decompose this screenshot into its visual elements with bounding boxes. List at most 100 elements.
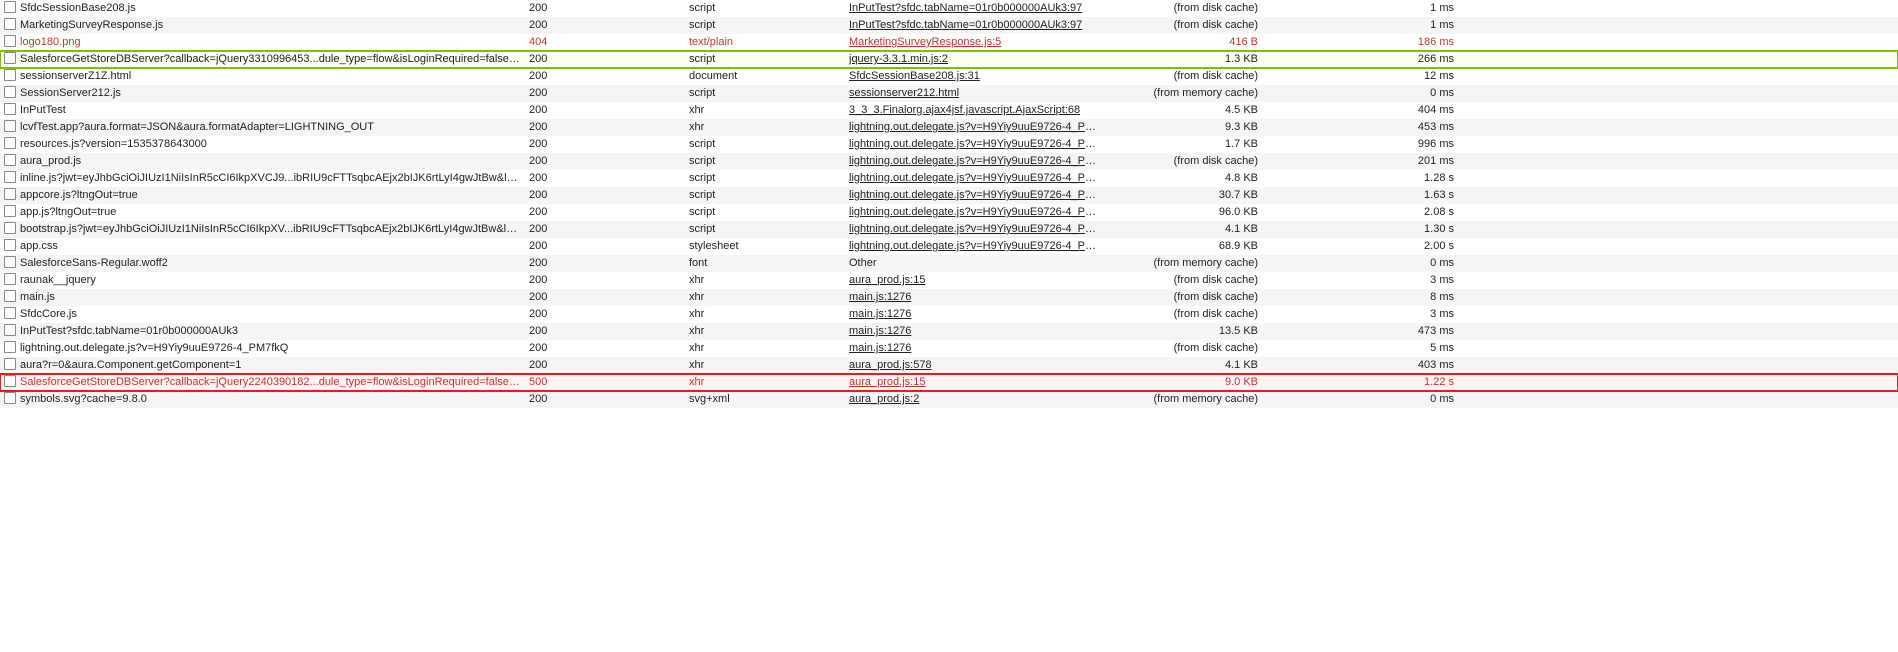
initiator-link[interactable]: aura_prod.js:15 (849, 376, 925, 388)
initiator-cell[interactable]: jquery-3.3.1.min.js:2 (845, 51, 1105, 68)
initiator-link[interactable]: MarketingSurveyResponse.js:5 (849, 36, 1001, 48)
initiator-cell[interactable]: MarketingSurveyResponse.js:5 (845, 34, 1105, 51)
network-row[interactable]: raunak__jquery200xhraura_prod.js:15(from… (0, 272, 1898, 289)
name-cell[interactable]: lcvfTest.app?aura.format=JSON&aura.forma… (0, 119, 525, 136)
network-row[interactable]: lcvfTest.app?aura.format=JSON&aura.forma… (0, 119, 1898, 136)
name-cell[interactable]: appcore.js?ltngOut=true (0, 187, 525, 204)
initiator-cell[interactable]: main.js:1276 (845, 289, 1105, 306)
network-row[interactable]: SfdcSessionBase208.js200scriptInPutTest?… (0, 0, 1898, 17)
initiator-cell[interactable]: main.js:1276 (845, 306, 1105, 323)
initiator-link[interactable]: main.js:1276 (849, 342, 911, 354)
name-cell[interactable]: symbols.svg?cache=9.8.0 (0, 391, 525, 408)
initiator-cell[interactable]: InPutTest?sfdc.tabName=01r0b000000AUk3:9… (845, 0, 1105, 17)
initiator-link[interactable]: main.js:1276 (849, 308, 911, 320)
initiator-cell[interactable]: InPutTest?sfdc.tabName=01r0b000000AUk3:9… (845, 17, 1105, 34)
initiator-cell[interactable]: lightning.out.delegate.js?v=H9Yiy9uuE972… (845, 170, 1105, 187)
initiator-cell[interactable]: aura_prod.js:15 (845, 374, 1105, 391)
name-cell[interactable]: sessionserverZ1Z.html (0, 68, 525, 85)
name-cell[interactable]: logo180.png (0, 34, 525, 51)
name-cell[interactable]: MarketingSurveyResponse.js (0, 17, 525, 34)
initiator-cell[interactable]: lightning.out.delegate.js?v=H9Yiy9uuE972… (845, 204, 1105, 221)
name-cell[interactable]: aura_prod.js (0, 153, 525, 170)
initiator-cell[interactable]: lightning.out.delegate.js?v=H9Yiy9uuE972… (845, 136, 1105, 153)
initiator-link[interactable]: aura_prod.js:578 (849, 359, 932, 371)
initiator-cell[interactable]: aura_prod.js:2 (845, 391, 1105, 408)
status-code: 200 (529, 291, 547, 303)
network-row[interactable]: InPutTest200xhr3_3_3.Finalorg.ajax4jsf.j… (0, 102, 1898, 119)
network-row[interactable]: SalesforceGetStoreDBServer?callback=jQue… (0, 374, 1898, 391)
network-row[interactable]: SessionServer212.js200scriptsessionserve… (0, 85, 1898, 102)
initiator-link[interactable]: lightning.out.delegate.js?v=H9Yiy9uuE972… (849, 172, 1105, 184)
network-row[interactable]: logo180.png404text/plainMarketingSurveyR… (0, 34, 1898, 51)
name-cell[interactable]: raunak__jquery (0, 272, 525, 289)
initiator-cell[interactable]: lightning.out.delegate.js?v=H9Yiy9uuE972… (845, 119, 1105, 136)
name-cell[interactable]: SalesforceGetStoreDBServer?callback=jQue… (0, 51, 525, 68)
initiator-link[interactable]: aura_prod.js:15 (849, 274, 925, 286)
network-row[interactable]: MarketingSurveyResponse.js200scriptInPut… (0, 17, 1898, 34)
network-row[interactable]: lightning.out.delegate.js?v=H9Yiy9uuE972… (0, 340, 1898, 357)
status-cell: 200 (525, 17, 685, 34)
name-cell[interactable]: aura?r=0&aura.Component.getComponent=1 (0, 357, 525, 374)
name-cell[interactable]: lightning.out.delegate.js?v=H9Yiy9uuE972… (0, 340, 525, 357)
initiator-cell[interactable]: aura_prod.js:578 (845, 357, 1105, 374)
name-cell[interactable]: SfdcCore.js (0, 306, 525, 323)
status-code: 200 (529, 206, 547, 218)
network-table[interactable]: SfdcSessionBase208.js200scriptInPutTest?… (0, 0, 1898, 408)
network-row[interactable]: app.css200stylesheetlightning.out.delega… (0, 238, 1898, 255)
name-cell[interactable]: main.js (0, 289, 525, 306)
name-cell[interactable]: InPutTest?sfdc.tabName=01r0b000000AUk3 (0, 323, 525, 340)
initiator-link[interactable]: lightning.out.delegate.js?v=H9Yiy9uuE972… (849, 206, 1105, 218)
name-cell[interactable]: app.js?ltngOut=true (0, 204, 525, 221)
initiator-cell[interactable]: SfdcSessionBase208.js:31 (845, 68, 1105, 85)
initiator-cell[interactable]: lightning.out.delegate.js?v=H9Yiy9uuE972… (845, 153, 1105, 170)
initiator-link[interactable]: aura_prod.js:2 (849, 393, 919, 405)
name-cell[interactable]: SessionServer212.js (0, 85, 525, 102)
initiator-cell[interactable]: main.js:1276 (845, 323, 1105, 340)
name-cell[interactable]: SalesforceSans-Regular.woff2 (0, 255, 525, 272)
initiator-cell[interactable]: sessionserver212.html (845, 85, 1105, 102)
name-cell[interactable]: inline.js?jwt=eyJhbGciOiJIUzI1NiIsInR5cC… (0, 170, 525, 187)
network-row[interactable]: main.js200xhrmain.js:1276(from disk cach… (0, 289, 1898, 306)
initiator-cell[interactable]: Other (845, 255, 1105, 272)
initiator-cell[interactable]: aura_prod.js:15 (845, 272, 1105, 289)
initiator-link[interactable]: lightning.out.delegate.js?v=H9Yiy9uuE972… (849, 240, 1105, 252)
network-row[interactable]: SalesforceSans-Regular.woff2200fontOther… (0, 255, 1898, 272)
name-cell[interactable]: InPutTest (0, 102, 525, 119)
size-value: (from disk cache) (1174, 155, 1258, 167)
initiator-link[interactable]: lightning.out.delegate.js?v=H9Yiy9uuE972… (849, 223, 1105, 235)
network-row[interactable]: InPutTest?sfdc.tabName=01r0b000000AUk320… (0, 323, 1898, 340)
initiator-cell[interactable]: lightning.out.delegate.js?v=H9Yiy9uuE972… (845, 238, 1105, 255)
network-row[interactable]: bootstrap.js?jwt=eyJhbGciOiJIUzI1NiIsInR… (0, 221, 1898, 238)
initiator-cell[interactable]: main.js:1276 (845, 340, 1105, 357)
network-row[interactable]: sessionserverZ1Z.html200documentSfdcSess… (0, 68, 1898, 85)
initiator-cell[interactable]: lightning.out.delegate.js?v=H9Yiy9uuE972… (845, 187, 1105, 204)
name-cell[interactable]: SfdcSessionBase208.js (0, 0, 525, 17)
initiator-link[interactable]: lightning.out.delegate.js?v=H9Yiy9uuE972… (849, 155, 1105, 167)
initiator-link[interactable]: jquery-3.3.1.min.js:2 (849, 53, 948, 65)
initiator-cell[interactable]: 3_3_3.Finalorg.ajax4jsf.javascript.AjaxS… (845, 102, 1105, 119)
initiator-link[interactable]: lightning.out.delegate.js?v=H9Yiy9uuE972… (849, 189, 1105, 201)
initiator-cell[interactable]: lightning.out.delegate.js?v=H9Yiy9uuE972… (845, 221, 1105, 238)
network-row[interactable]: appcore.js?ltngOut=true200scriptlightnin… (0, 187, 1898, 204)
network-row[interactable]: resources.js?version=1535378643000200scr… (0, 136, 1898, 153)
name-cell[interactable]: resources.js?version=1535378643000 (0, 136, 525, 153)
initiator-link[interactable]: lightning.out.delegate.js?v=H9Yiy9uuE972… (849, 121, 1105, 133)
initiator-link[interactable]: 3_3_3.Finalorg.ajax4jsf.javascript.AjaxS… (849, 104, 1080, 116)
network-row[interactable]: SfdcCore.js200xhrmain.js:1276(from disk … (0, 306, 1898, 323)
initiator-link[interactable]: InPutTest?sfdc.tabName=01r0b000000AUk3:9… (849, 2, 1082, 14)
name-cell[interactable]: SalesforceGetStoreDBServer?callback=jQue… (0, 374, 525, 391)
initiator-link[interactable]: main.js:1276 (849, 291, 911, 303)
network-row[interactable]: symbols.svg?cache=9.8.0200svg+xmlaura_pr… (0, 391, 1898, 408)
network-row[interactable]: SalesforceGetStoreDBServer?callback=jQue… (0, 51, 1898, 68)
initiator-link[interactable]: main.js:1276 (849, 325, 911, 337)
initiator-link[interactable]: InPutTest?sfdc.tabName=01r0b000000AUk3:9… (849, 19, 1082, 31)
network-row[interactable]: aura?r=0&aura.Component.getComponent=120… (0, 357, 1898, 374)
initiator-link[interactable]: lightning.out.delegate.js?v=H9Yiy9uuE972… (849, 138, 1105, 150)
network-row[interactable]: inline.js?jwt=eyJhbGciOiJIUzI1NiIsInR5cC… (0, 170, 1898, 187)
network-row[interactable]: app.js?ltngOut=true200scriptlightning.ou… (0, 204, 1898, 221)
network-row[interactable]: aura_prod.js200scriptlightning.out.deleg… (0, 153, 1898, 170)
initiator-link[interactable]: sessionserver212.html (849, 87, 959, 99)
name-cell[interactable]: bootstrap.js?jwt=eyJhbGciOiJIUzI1NiIsInR… (0, 221, 525, 238)
initiator-link[interactable]: SfdcSessionBase208.js:31 (849, 70, 980, 82)
name-cell[interactable]: app.css (0, 238, 525, 255)
